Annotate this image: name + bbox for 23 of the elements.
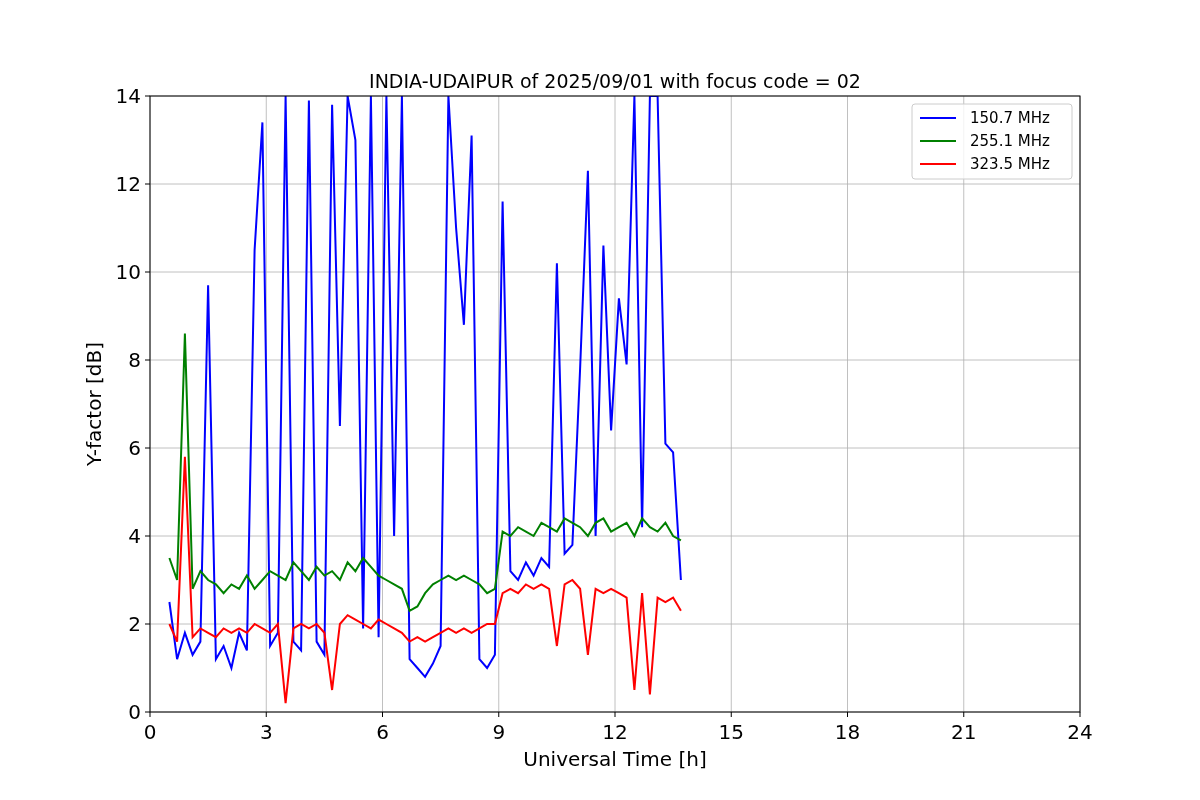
y-tick-label: 4	[128, 524, 141, 548]
y-tick-label: 12	[115, 172, 141, 196]
x-tick-label: 3	[259, 720, 273, 744]
x-tick-label: 18	[834, 720, 861, 744]
y-tick-label: 14	[115, 84, 141, 108]
legend-label: 323.5 MHz	[970, 155, 1050, 173]
y-tick-label: 10	[115, 260, 141, 284]
x-axis-label: Universal Time [h]	[523, 747, 707, 771]
x-tick-label: 21	[951, 720, 977, 744]
chart-title: INDIA-UDAIPUR of 2025/09/01 with focus code = 02	[369, 70, 861, 92]
x-tick-label: 24	[1067, 720, 1093, 744]
legend-label: 255.1 MHz	[970, 132, 1050, 150]
x-tick-label: 15	[718, 720, 744, 744]
y-tick-label: 8	[128, 348, 141, 372]
legend-label: 150.7 MHz	[970, 109, 1050, 127]
x-tick-label: 12	[602, 720, 628, 744]
y-tick-label: 6	[128, 436, 141, 460]
x-tick-label: 0	[143, 720, 157, 744]
x-tick-label: 6	[376, 720, 389, 744]
x-tick-label: 9	[492, 720, 506, 744]
y-tick-label: 0	[128, 700, 141, 724]
y-axis-label: Y-factor [dB]	[82, 342, 106, 466]
y-tick-label: 2	[128, 612, 141, 636]
